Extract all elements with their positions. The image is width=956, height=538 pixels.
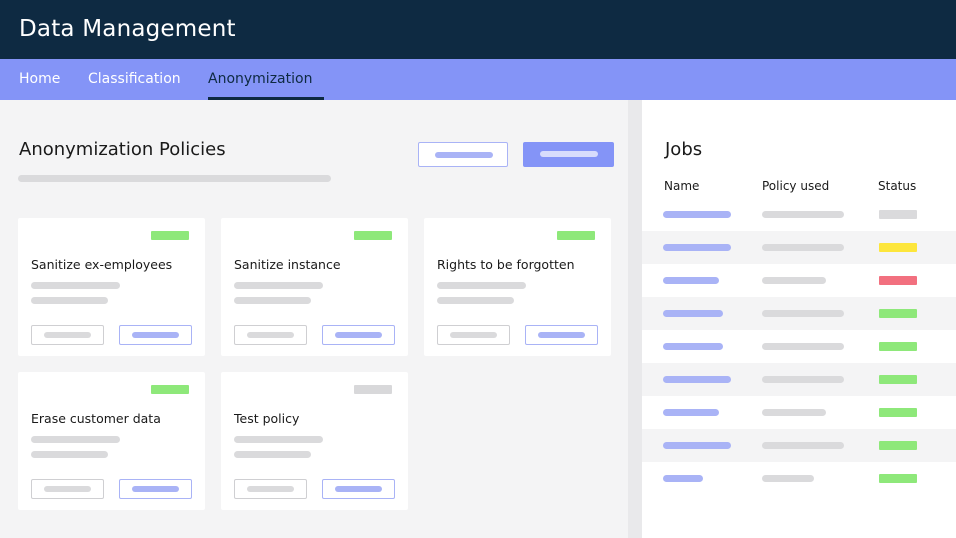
status-badge <box>879 243 917 252</box>
status-badge <box>879 276 917 285</box>
job-name-placeholder <box>663 244 731 251</box>
nav-bar: Home Classification Anonymization <box>0 59 956 100</box>
button-label-placeholder <box>132 486 179 492</box>
primary-action-button[interactable] <box>523 142 614 167</box>
policy-name: Sanitize instance <box>234 257 341 272</box>
policy-name: Test policy <box>234 411 300 426</box>
policy-used-placeholder <box>762 310 844 317</box>
text-placeholder <box>234 451 311 458</box>
app-title: Data Management <box>19 16 236 42</box>
table-row[interactable] <box>642 264 956 297</box>
job-name-placeholder <box>663 409 719 416</box>
card-secondary-button[interactable] <box>234 325 307 345</box>
status-tag <box>151 385 189 394</box>
status-badge <box>879 210 917 219</box>
button-label-placeholder <box>132 332 179 338</box>
button-label-placeholder <box>450 332 497 338</box>
job-name-placeholder <box>663 277 719 284</box>
status-badge <box>879 342 917 351</box>
card-primary-button[interactable] <box>322 479 395 499</box>
job-name-placeholder <box>663 442 731 449</box>
policy-used-placeholder <box>762 409 826 416</box>
policy-card[interactable]: Sanitize ex-employees <box>18 218 205 356</box>
policy-card[interactable]: Rights to be forgotten <box>424 218 611 356</box>
policy-used-placeholder <box>762 442 844 449</box>
button-label-placeholder <box>335 332 382 338</box>
column-header-name: Name <box>664 179 700 193</box>
status-tag <box>354 231 392 240</box>
status-tag <box>354 385 392 394</box>
button-label-placeholder <box>44 486 91 492</box>
card-primary-button[interactable] <box>322 325 395 345</box>
button-label-placeholder <box>44 332 91 338</box>
button-label-placeholder <box>335 486 382 492</box>
button-label-placeholder <box>247 332 294 338</box>
policy-card[interactable]: Erase customer data <box>18 372 205 510</box>
status-badge <box>879 309 917 318</box>
job-name-placeholder <box>663 343 723 350</box>
policy-used-placeholder <box>762 211 844 218</box>
policy-card[interactable]: Sanitize instance <box>221 218 408 356</box>
policies-title: Anonymization Policies <box>19 139 226 160</box>
policy-used-placeholder <box>762 376 844 383</box>
column-header-status: Status <box>878 179 917 193</box>
button-label-placeholder <box>538 332 585 338</box>
app-header: Data Management <box>0 0 956 59</box>
card-secondary-button[interactable] <box>31 325 104 345</box>
policy-card[interactable]: Test policy <box>221 372 408 510</box>
table-row[interactable] <box>642 297 956 330</box>
card-primary-button[interactable] <box>119 325 192 345</box>
text-placeholder <box>234 436 323 443</box>
button-label-placeholder <box>540 151 598 157</box>
status-badge <box>879 474 917 483</box>
policy-used-placeholder <box>762 244 844 251</box>
table-row[interactable] <box>642 231 956 264</box>
table-row[interactable] <box>642 363 956 396</box>
table-row[interactable] <box>642 462 956 495</box>
job-name-placeholder <box>663 376 731 383</box>
text-placeholder <box>31 436 120 443</box>
text-placeholder <box>31 282 120 289</box>
button-label-placeholder <box>247 486 294 492</box>
text-placeholder <box>31 451 108 458</box>
table-row[interactable] <box>642 429 956 462</box>
secondary-action-button[interactable] <box>418 142 508 167</box>
button-label-placeholder <box>435 152 493 158</box>
text-placeholder <box>437 297 514 304</box>
status-badge <box>879 441 917 450</box>
status-badge <box>879 408 917 417</box>
text-placeholder <box>437 282 526 289</box>
card-secondary-button[interactable] <box>31 479 104 499</box>
table-row[interactable] <box>642 330 956 363</box>
card-secondary-button[interactable] <box>437 325 510 345</box>
text-placeholder <box>234 297 311 304</box>
job-name-placeholder <box>663 211 731 218</box>
card-primary-button[interactable] <box>119 479 192 499</box>
policy-name: Rights to be forgotten <box>437 257 575 272</box>
table-row[interactable] <box>642 396 956 429</box>
text-placeholder <box>234 282 323 289</box>
status-tag <box>557 231 595 240</box>
tab-classification[interactable]: Classification <box>88 71 181 87</box>
panel-divider <box>628 100 642 538</box>
jobs-title: Jobs <box>665 139 703 160</box>
status-badge <box>879 375 917 384</box>
card-secondary-button[interactable] <box>234 479 307 499</box>
policy-used-placeholder <box>762 343 844 350</box>
column-header-policy: Policy used <box>762 179 830 193</box>
card-primary-button[interactable] <box>525 325 598 345</box>
policies-subtitle-placeholder <box>18 175 331 182</box>
job-name-placeholder <box>663 475 703 482</box>
policy-used-placeholder <box>762 277 826 284</box>
policy-used-placeholder <box>762 475 814 482</box>
tab-home[interactable]: Home <box>19 71 60 87</box>
text-placeholder <box>31 297 108 304</box>
status-tag <box>151 231 189 240</box>
policy-name: Erase customer data <box>31 411 161 426</box>
table-row[interactable] <box>642 198 956 231</box>
policy-name: Sanitize ex-employees <box>31 257 173 272</box>
tab-anonymization[interactable]: Anonymization <box>208 71 312 87</box>
job-name-placeholder <box>663 310 723 317</box>
